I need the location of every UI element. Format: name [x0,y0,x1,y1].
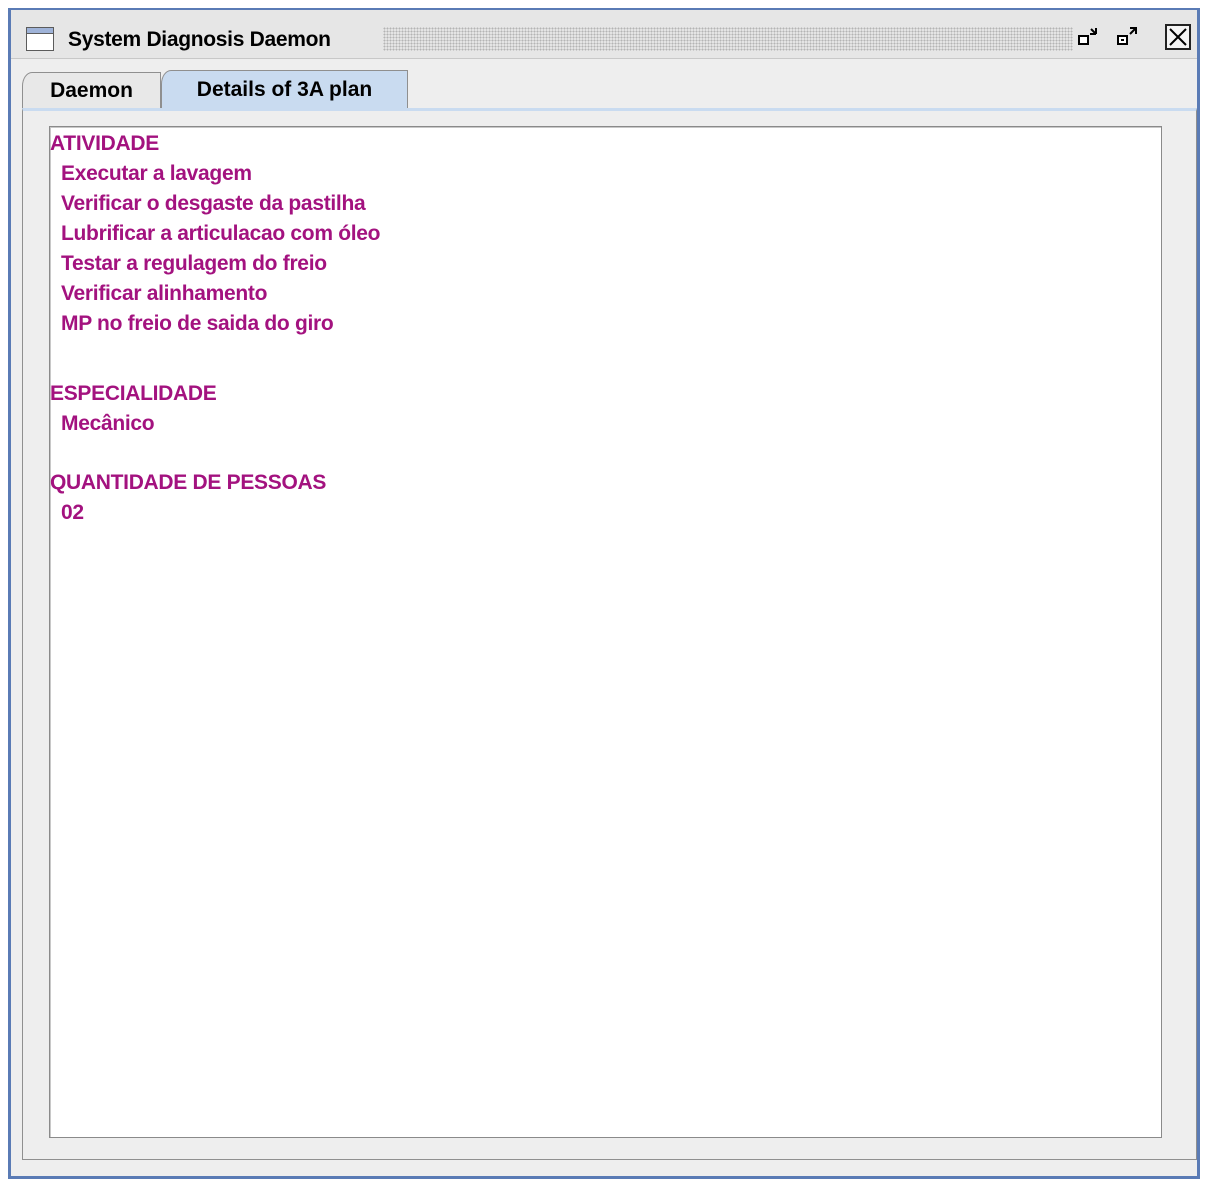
especialidade-section: ESPECIALIDADE Mecânico [50,379,217,439]
application-window: System Diagnosis Daemon Daemon Details o… [8,8,1200,1179]
tab-details-of-3a-plan[interactable]: Details of 3A plan [161,70,408,108]
tab-strip: Daemon Details of 3A plan [22,70,1197,108]
title-bar-grip[interactable] [383,27,1073,51]
especialidade-value: Mecânico [61,412,155,435]
window-title: System Diagnosis Daemon [68,28,331,51]
title-bar[interactable]: System Diagnosis Daemon [11,10,1197,59]
atividade-item: Executar a lavagem [61,162,252,185]
atividade-item: Verificar o desgaste da pastilha [61,192,366,215]
details-text-area[interactable]: ATIVIDADE Executar a lavagem Verificar o… [49,126,1162,1138]
atividade-heading: ATIVIDADE [50,132,159,155]
tab-panel-details: ATIVIDADE Executar a lavagem Verificar o… [22,108,1197,1160]
maximize-button[interactable] [1115,24,1141,50]
atividade-item: MP no freio de saida do giro [61,312,334,335]
atividade-item: Lubrificar a articulacao com óleo [61,222,381,245]
quantidade-value: 02 [61,501,84,524]
close-button[interactable] [1165,24,1191,50]
tab-daemon[interactable]: Daemon [22,72,161,108]
especialidade-heading: ESPECIALIDADE [50,382,217,405]
maximize-icon [1117,27,1137,45]
minimize-button[interactable] [1076,24,1102,50]
quantidade-section: QUANTIDADE DE PESSOAS 02 [50,468,326,528]
atividade-item: Verificar alinhamento [61,282,268,305]
minimize-icon [1078,28,1097,45]
atividade-section: ATIVIDADE Executar a lavagem Verificar o… [50,129,381,339]
close-icon [1169,28,1187,46]
atividade-item: Testar a regulagem do freio [61,252,327,275]
window-icon[interactable] [26,27,54,51]
quantidade-heading: QUANTIDADE DE PESSOAS [50,471,327,494]
